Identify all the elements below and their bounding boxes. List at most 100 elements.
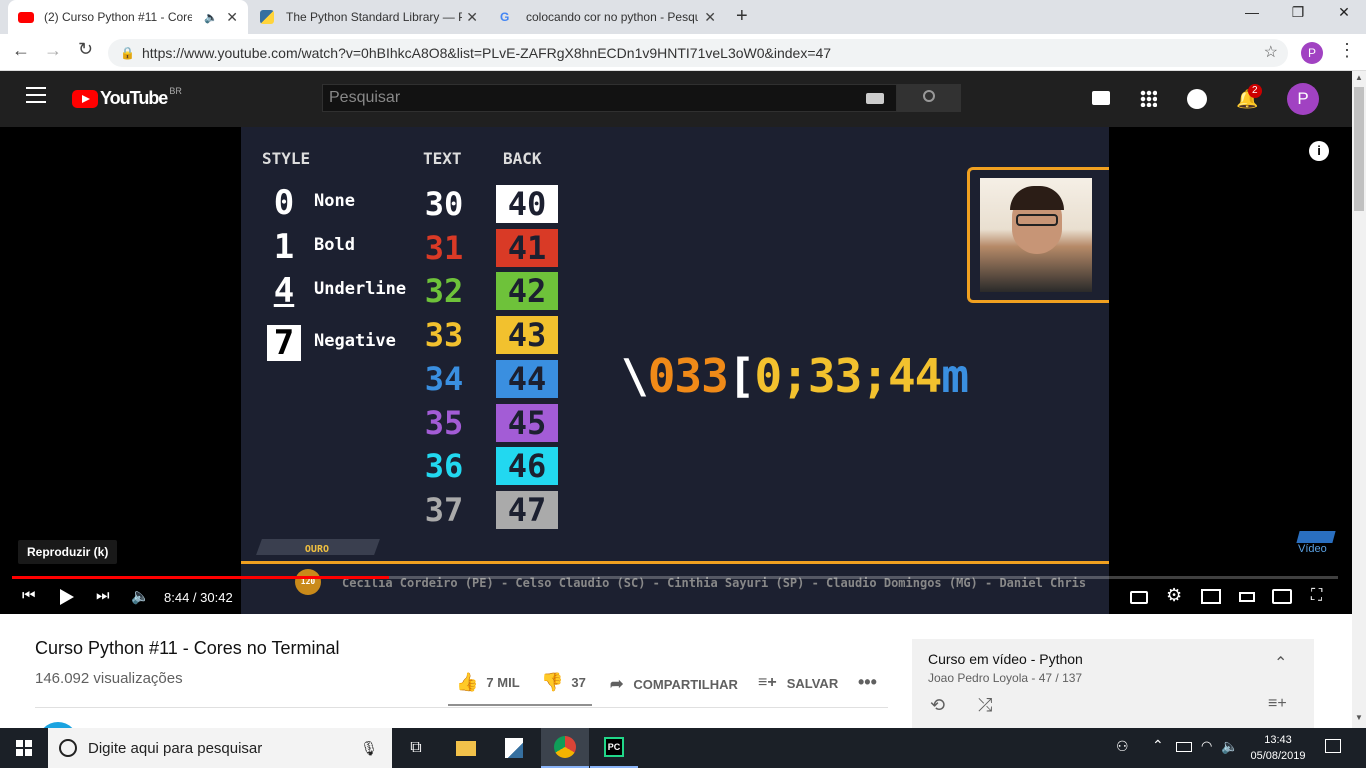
page-scrollbar[interactable]: ▲ ▼ <box>1352 71 1366 728</box>
thumbs-up-icon: 👍 <box>456 672 479 692</box>
tab-close-icon[interactable]: ✕ <box>226 9 238 26</box>
style-header: STYLE <box>262 149 311 168</box>
save-playlist-icon[interactable]: ≡+ <box>1268 695 1287 713</box>
settings-gear-icon[interactable]: ⚙ <box>1166 585 1182 606</box>
playlist-subtitle: Joao Pedro Loyola - 47 / 137 <box>928 671 1083 685</box>
minimize-button[interactable]: — <box>1229 4 1275 28</box>
previous-video-icon[interactable]: ⏮ <box>22 587 36 604</box>
chrome-app-icon[interactable] <box>541 728 589 768</box>
tab-title: The Python Standard Library — Python <box>286 10 462 24</box>
tab-close-icon[interactable]: ✕ <box>466 9 478 26</box>
time-display: 8:44 / 30:42 <box>164 590 233 605</box>
taskbar-search-placeholder: Digite aqui para pesquisar <box>88 739 263 757</box>
escape-033: 033 <box>647 349 729 403</box>
search-placeholder: Pesquisar <box>329 89 401 106</box>
address-bar[interactable]: 🔒 https://www.youtube.com/watch?v=0hBIhk… <box>108 39 1288 67</box>
create-video-icon[interactable] <box>1092 91 1110 105</box>
scroll-down-arrow-icon[interactable]: ▼ <box>1355 713 1363 722</box>
playlist-title[interactable]: Curso em vídeo - Python <box>928 651 1083 667</box>
back-arrow-icon[interactable]: ← <box>12 40 30 61</box>
cast-icon[interactable] <box>1272 589 1292 604</box>
scrollbar-thumb[interactable] <box>1354 87 1364 211</box>
back-code: 44 <box>496 359 558 398</box>
menu-dots-icon[interactable]: ⋮ <box>1338 40 1356 61</box>
people-icon[interactable]: ⚇ <box>1116 738 1129 755</box>
back-header: BACK <box>503 149 542 168</box>
tab-youtube[interactable]: (2) Curso Python #11 - Cores no Terminal… <box>8 0 248 34</box>
style-code: 0 <box>273 183 295 223</box>
speaker-icon[interactable]: 🔈 <box>1221 738 1238 755</box>
tab-title: colocando cor no python - Pesquisa Googl… <box>526 10 698 24</box>
collapse-chevron-icon[interactable]: ⌃ <box>1274 653 1287 673</box>
pycharm-app-icon[interactable]: PC <box>590 728 638 768</box>
task-view-icon[interactable]: ⧉ <box>392 728 440 768</box>
text-code: 30 <box>424 185 464 223</box>
search-button[interactable] <box>897 84 961 112</box>
account-avatar[interactable]: P <box>1287 83 1319 115</box>
tab-python-docs[interactable]: The Python Standard Library — Python ✕ <box>250 0 488 34</box>
progress-bar[interactable] <box>12 576 1338 579</box>
loop-icon[interactable]: ⟲ <box>930 695 945 716</box>
messages-icon[interactable] <box>1187 89 1207 109</box>
dislike-button[interactable]: 👎 37 <box>541 672 586 693</box>
share-button[interactable]: ➦ COMPARTILHAR <box>610 674 738 694</box>
theater-mode-icon[interactable] <box>1239 592 1255 602</box>
video-frame[interactable]: STYLE TEXT BACK 0 None 1 Bold 4 Underline 7 Neg… <box>241 127 1109 614</box>
notification-count-badge: 2 <box>1248 84 1262 98</box>
region-code: BR <box>169 85 182 96</box>
close-window-button[interactable]: ✕ <box>1321 4 1366 28</box>
play-tooltip: Reproduzir (k) <box>18 540 118 564</box>
miniplayer-icon[interactable] <box>1201 589 1221 604</box>
fullscreen-icon[interactable]: ⛶ <box>1311 587 1322 605</box>
like-button[interactable]: 👍 7 MIL <box>456 672 520 693</box>
tab-google-search[interactable]: G colocando cor no python - Pesquisa Goo… <box>490 0 726 34</box>
youtube-favicon-icon <box>18 11 34 23</box>
reload-icon[interactable]: ↻ <box>78 39 93 60</box>
taskbar-search-box[interactable]: Digite aqui para pesquisar 🎙 <box>48 728 392 768</box>
shuffle-icon[interactable]: ⤮ <box>978 695 992 716</box>
channel-watermark[interactable]: Vídeo <box>1296 531 1336 555</box>
escape-m: m <box>941 349 969 403</box>
microphone-icon[interactable]: 🎙 <box>360 740 378 757</box>
battery-icon[interactable] <box>1176 742 1192 752</box>
text-code: 31 <box>424 228 464 267</box>
url-text: https://www.youtube.com/watch?v=0hBIhkcA… <box>142 45 832 61</box>
watch-page-content: Curso Python #11 - Cores no Terminal 146… <box>0 614 1352 762</box>
windows-start-icon[interactable] <box>0 728 48 768</box>
play-icon[interactable] <box>60 589 74 605</box>
youtube-logo[interactable]: YouTube BR <box>72 85 182 109</box>
back-code: 47 <box>496 490 558 529</box>
file-explorer-icon[interactable] <box>442 728 490 768</box>
bookmark-star-icon[interactable]: ☆ <box>1264 39 1278 67</box>
volume-icon[interactable]: 🔈 <box>131 587 150 605</box>
hamburger-menu-icon[interactable] <box>26 87 46 103</box>
subtitles-icon[interactable] <box>1130 591 1148 604</box>
system-clock[interactable]: 13:43 05/08/2019 <box>1248 732 1308 764</box>
profile-avatar[interactable]: P <box>1301 42 1323 64</box>
maximize-button[interactable]: ❐ <box>1275 4 1321 28</box>
forward-arrow-icon[interactable]: → <box>44 40 62 61</box>
youtube-header: YouTube BR Pesquisar 🔔 2 P <box>0 71 1352 127</box>
more-actions-icon[interactable]: ••• <box>858 672 877 693</box>
bottom-bar-line <box>241 561 1109 564</box>
save-button[interactable]: ≡+ SALVAR <box>758 674 838 692</box>
new-tab-button[interactable]: + <box>736 5 748 28</box>
python-app-icon[interactable] <box>490 728 538 768</box>
escape-backslash: \ <box>621 349 649 403</box>
apps-grid-icon[interactable] <box>1140 90 1157 107</box>
audio-playing-icon[interactable]: 🔈 <box>204 11 218 24</box>
text-code: 33 <box>424 316 464 355</box>
keyboard-icon[interactable] <box>866 93 884 104</box>
wifi-icon[interactable]: ◠ <box>1201 738 1212 754</box>
video-player[interactable]: STYLE TEXT BACK 0 None 1 Bold 4 Underline 7 Neg… <box>0 127 1352 614</box>
google-favicon-icon: G <box>500 10 510 24</box>
back-code: 43 <box>496 316 558 355</box>
show-hidden-icons-chevron[interactable]: ⌃ <box>1152 737 1164 754</box>
search-input[interactable]: Pesquisar <box>322 84 897 112</box>
tab-close-icon[interactable]: ✕ <box>704 9 716 26</box>
info-icon[interactable]: i <box>1309 141 1329 161</box>
escape-sequence: \033[0;33;44m <box>621 349 969 403</box>
action-center-icon[interactable] <box>1325 739 1341 753</box>
next-video-icon[interactable]: ⏭ <box>96 587 110 604</box>
scroll-up-arrow-icon[interactable]: ▲ <box>1355 73 1363 82</box>
